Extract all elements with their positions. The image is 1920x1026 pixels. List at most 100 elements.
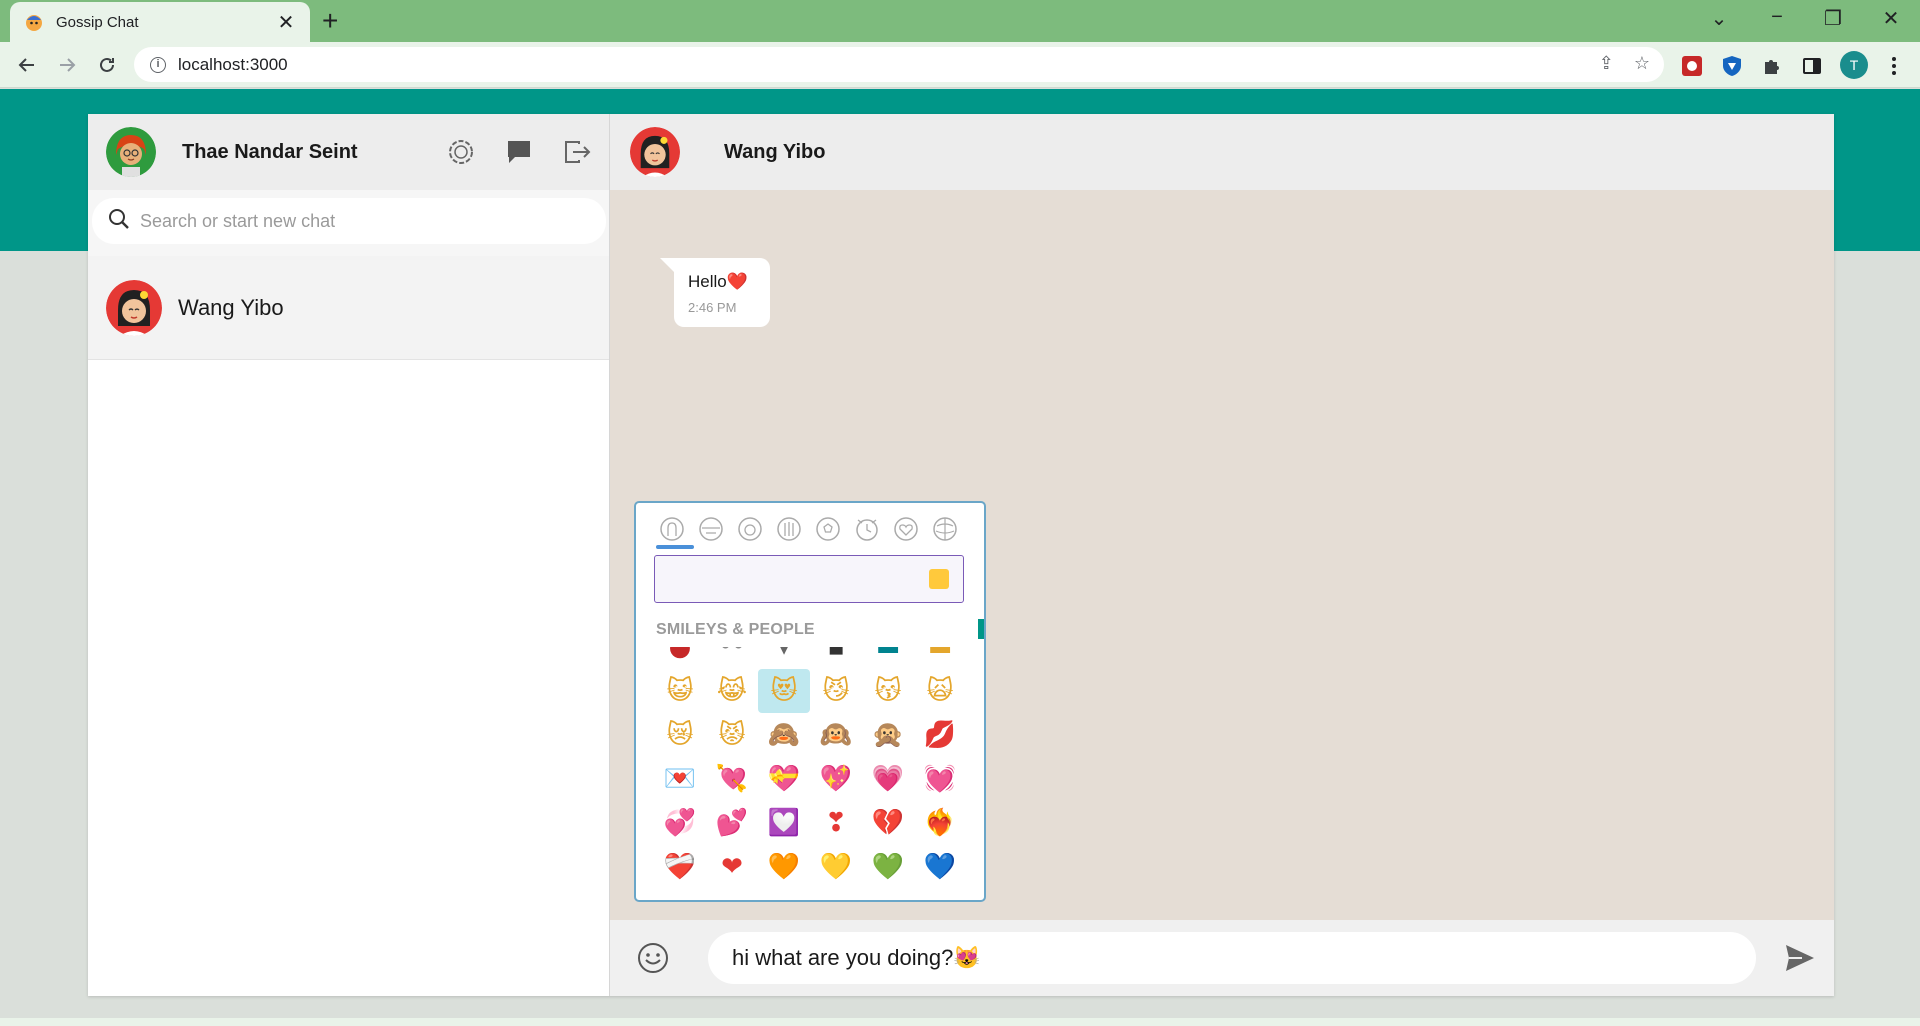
flags-category-icon[interactable] xyxy=(929,513,961,545)
emoji-cell[interactable]: 😼 xyxy=(810,669,862,713)
emoji-cell[interactable]: ▬ xyxy=(862,647,914,669)
chat-contact-avatar[interactable] xyxy=(630,127,680,177)
travel-places-category-icon[interactable] xyxy=(773,513,805,545)
message-bubble: Hello❤️ 2:46 PM xyxy=(660,258,770,327)
extensions-puzzle-icon[interactable] xyxy=(1760,54,1784,78)
forward-icon[interactable] xyxy=(52,50,82,80)
emoji-cell[interactable]: 💋 xyxy=(914,713,966,757)
status-icon[interactable] xyxy=(447,138,475,166)
emoji-cell[interactable]: 💞 xyxy=(654,801,706,845)
emoji-cell[interactable]: ● xyxy=(654,647,706,669)
profile-avatar[interactable]: T xyxy=(1840,51,1868,79)
share-icon[interactable]: ⇪ xyxy=(1599,53,1614,74)
emoji-cell[interactable]: 💔 xyxy=(862,801,914,845)
emoji-cell[interactable]: ❤ xyxy=(706,845,758,889)
emoji-cell[interactable]: 😿 xyxy=(654,713,706,757)
emoji-cell[interactable]: ◠ xyxy=(810,889,862,900)
emoji-cell[interactable]: 😽 xyxy=(862,669,914,713)
minimize-icon[interactable]: − xyxy=(1762,6,1792,29)
user-avatar[interactable] xyxy=(106,127,156,177)
bottom-strip xyxy=(0,1018,1920,1026)
animals-nature-category-icon[interactable] xyxy=(695,513,727,545)
emoji-cell[interactable]: 🙀 xyxy=(914,669,966,713)
emoji-section-title: SMILEYS & PEOPLE xyxy=(656,621,815,638)
emoji-cell[interactable]: 💚 xyxy=(862,845,914,889)
tab-title: Gossip Chat xyxy=(56,13,139,31)
emoji-search-field[interactable] xyxy=(654,555,964,603)
emoji-cell[interactable]: 💘 xyxy=(706,757,758,801)
tab-close-icon[interactable]: ✕ xyxy=(276,10,296,35)
smileys-people-category-icon[interactable] xyxy=(656,513,688,545)
emoji-cell[interactable]: ◠ xyxy=(758,889,810,900)
emoji-cell[interactable]: ◠ xyxy=(914,889,966,900)
emoji-toggle-button[interactable] xyxy=(634,939,672,977)
browser-tabstrip: Gossip Chat ✕ + ⌄ − ❐ ✕ xyxy=(0,0,1920,42)
emoji-cell[interactable]: 🙉 xyxy=(810,713,862,757)
emoji-cell[interactable]: 😺 xyxy=(654,669,706,713)
side-panel-icon[interactable] xyxy=(1800,54,1824,78)
emoji-scrollbar-thumb[interactable] xyxy=(978,619,984,639)
skin-tone-selector[interactable] xyxy=(929,569,949,589)
emoji-cell[interactable]: 😾 xyxy=(706,713,758,757)
site-info-icon[interactable]: i xyxy=(150,56,166,73)
emoji-cell[interactable]: ◠ xyxy=(706,889,758,900)
message-input[interactable] xyxy=(708,932,1756,984)
emoji-cell[interactable]: ▾ xyxy=(758,647,810,669)
emoji-cell[interactable]: ◠ xyxy=(654,889,706,900)
emoji-cell[interactable]: ❤‍🩹 xyxy=(654,845,706,889)
food-drink-category-icon[interactable] xyxy=(734,513,766,545)
emoji-cell[interactable]: 💗 xyxy=(862,757,914,801)
send-icon xyxy=(1786,945,1814,971)
emoji-row: ❤‍🩹 ❤ 🧡 💛 💚 💙 xyxy=(654,845,974,889)
new-chat-icon[interactable] xyxy=(505,138,533,166)
emoji-cell[interactable]: 💛 xyxy=(810,845,862,889)
new-tab-button[interactable]: + xyxy=(322,7,338,35)
contact-name: Wang Yibo xyxy=(178,294,284,320)
emoji-cell[interactable]: ❤‍🔥 xyxy=(914,801,966,845)
logout-icon[interactable] xyxy=(563,138,591,166)
bookmark-star-icon[interactable]: ☆ xyxy=(1634,53,1650,74)
emoji-cell[interactable]: 💝 xyxy=(758,757,810,801)
emoji-cell[interactable]: 💕 xyxy=(706,801,758,845)
emoji-category-tabs xyxy=(636,503,984,549)
extension-red-icon[interactable] xyxy=(1680,54,1704,78)
chat-panel: Wang Yibo Hello❤️ 2:46 PM SMILEYS & PEOP… xyxy=(610,114,1834,996)
search-box[interactable] xyxy=(92,198,606,244)
browser-tab[interactable]: Gossip Chat ✕ xyxy=(10,2,310,42)
back-icon[interactable] xyxy=(12,50,42,80)
emoji-cell[interactable]: 💟 xyxy=(758,801,810,845)
extension-shield-icon[interactable] xyxy=(1720,54,1744,78)
message-text: Hello❤️ xyxy=(688,272,748,291)
tab-search-icon[interactable]: ⌄ xyxy=(1704,6,1734,31)
emoji-grid: ● 〰 ▾ ▪ ▬ ▬ 😺 😹 😻 😼 😽 🙀 😿 � xyxy=(654,647,974,900)
emoji-cell[interactable]: 🙈 xyxy=(758,713,810,757)
emoji-cell[interactable]: 🙊 xyxy=(862,713,914,757)
search-input[interactable] xyxy=(140,210,580,232)
emoji-row: 😿 😾 🙈 🙉 🙊 💋 xyxy=(654,713,974,757)
emoji-cell[interactable]: 💙 xyxy=(914,845,966,889)
emoji-cell[interactable]: ❣ xyxy=(810,801,862,845)
url-text: localhost:3000 xyxy=(178,54,288,74)
send-button[interactable] xyxy=(1782,940,1818,976)
emoji-cell[interactable]: 😹 xyxy=(706,669,758,713)
restore-icon[interactable]: ❐ xyxy=(1818,6,1848,31)
emoji-cell[interactable]: 💖 xyxy=(810,757,862,801)
activities-category-icon[interactable] xyxy=(812,513,844,545)
emoji-cell[interactable]: ▬ xyxy=(914,647,966,669)
reload-icon[interactable] xyxy=(92,50,122,80)
contact-avatar xyxy=(106,279,162,336)
address-bar[interactable]: i localhost:3000 ⇪ ☆ xyxy=(134,47,1664,82)
emoji-cell-selected[interactable]: 😻 xyxy=(758,669,810,713)
emoji-cell[interactable]: ◠ xyxy=(862,889,914,900)
sidebar-header: Thae Nandar Seint xyxy=(88,114,609,190)
objects-category-icon[interactable] xyxy=(851,513,883,545)
browser-menu-icon[interactable] xyxy=(1882,54,1906,78)
emoji-cell[interactable]: 💌 xyxy=(654,757,706,801)
emoji-cell[interactable]: 〰 xyxy=(706,647,758,669)
window-close-icon[interactable]: ✕ xyxy=(1876,6,1906,31)
emoji-cell[interactable]: 🧡 xyxy=(758,845,810,889)
emoji-cell[interactable]: ▪ xyxy=(810,647,862,669)
emoji-cell[interactable]: 💓 xyxy=(914,757,966,801)
contact-list-item[interactable]: Wang Yibo xyxy=(88,256,609,360)
symbols-category-icon[interactable] xyxy=(890,513,922,545)
